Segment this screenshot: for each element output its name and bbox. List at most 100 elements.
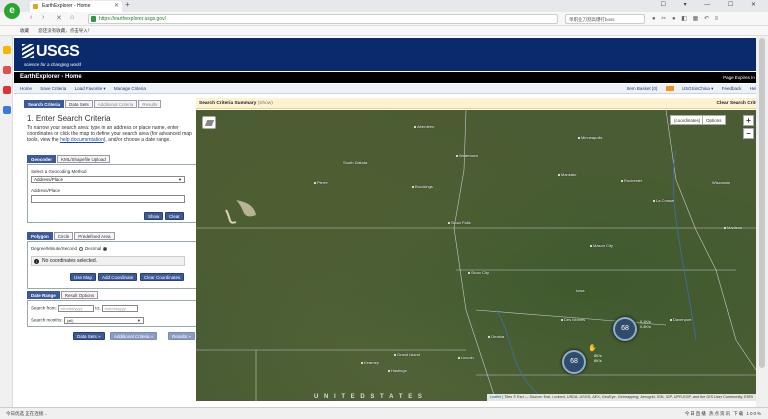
star-icon[interactable]: [3, 46, 11, 54]
tab-search-criteria[interactable]: Search Criteria: [24, 100, 65, 108]
bookmark-favorites[interactable]: 收藏: [20, 28, 29, 33]
menu-usgs-in-china[interactable]: USGSinChina ▾: [682, 86, 714, 91]
browser-logo-icon[interactable]: e: [4, 3, 20, 19]
map-view[interactable]: (coordinates) Options + − Pierre Brookin…: [196, 110, 756, 401]
instructions: To narrow your search area: type in an a…: [27, 125, 192, 143]
browser-search-input[interactable]: 单职业刀割高爆打boss: [565, 14, 645, 24]
info-icon: i: [34, 259, 39, 264]
map-label-hastings: Hastings: [388, 368, 407, 373]
map-label-rochester: Rochester: [621, 178, 642, 183]
tab-result-options[interactable]: Result Options: [60, 291, 99, 299]
search-criteria-summary: Search Criteria Summary (Show) Clear Sea…: [196, 98, 768, 109]
speed-widget-bubble[interactable]: 68: [613, 317, 637, 341]
map-label-brookings: Brookings: [412, 184, 433, 189]
speed-widget-rates-2: 8K/s 8K/s: [594, 354, 602, 363]
usgs-waves-icon: [22, 44, 34, 58]
no-coordinates-message: i No coordinates selected.: [31, 256, 185, 266]
toolbar-icons[interactable]: ● ✂ ● ◧ ▦ ↶ ≡: [652, 15, 720, 22]
show-button[interactable]: Show: [144, 212, 164, 220]
rss-icon[interactable]: [665, 86, 674, 91]
map-label-omaha: Omaha: [488, 334, 504, 339]
menu-load-favorite[interactable]: Load Favorite ▾: [75, 86, 106, 91]
window-controls[interactable]: ☐ ▾ — ☐ ✕: [661, 1, 764, 8]
map-label-grand-island: Grand Island: [394, 352, 420, 357]
search-months-row: Search months: (all) ▼: [31, 317, 144, 324]
bookmarks-bar: 收藏 您还没有收藏，点击导入！: [0, 26, 768, 36]
menu-home[interactable]: Home: [20, 86, 32, 91]
back-icon[interactable]: ‹: [30, 14, 32, 21]
radio-dms[interactable]: [79, 246, 84, 251]
weibo-icon[interactable]: [3, 86, 11, 94]
menu-item-basket[interactable]: Item Basket (0): [627, 86, 658, 91]
shape-tabs: Polygon Circle Predefined Area: [27, 232, 116, 240]
url-input[interactable]: https://earthexplorer.usgs.gov/: [88, 14, 558, 24]
map-label-kearney: Kearney: [361, 360, 379, 365]
news-icon[interactable]: [3, 66, 11, 74]
browser-side-rail: [0, 36, 13, 407]
map-label-la-crosse: La Crosse: [653, 198, 674, 203]
map-label-lincoln: Lincoln: [458, 355, 474, 360]
address-input[interactable]: [31, 195, 185, 203]
layers-icon[interactable]: [202, 116, 216, 129]
map-options-button[interactable]: Options: [702, 115, 726, 125]
new-tab-button[interactable]: +: [125, 0, 130, 9]
speed-widget-bubble-2[interactable]: 68: [562, 350, 586, 374]
zoom-out-button[interactable]: −: [743, 128, 754, 139]
map-label-minneapolis: Minneapolis: [578, 135, 602, 140]
zoom-in-button[interactable]: +: [743, 115, 754, 126]
tab-circle[interactable]: Circle: [53, 232, 74, 240]
radio-decimal[interactable]: [103, 246, 108, 251]
results-button[interactable]: Results »: [168, 332, 195, 340]
bookmark-import[interactable]: 您还没有收藏，点击导入！: [38, 28, 92, 33]
geocoder-tabs: Geocoder KML/Shapefile Upload: [27, 155, 111, 163]
tab-date-range[interactable]: Date Range: [27, 291, 60, 299]
date-range-box: Search from: mm/dd/yyyy to: mm/dd/yyyy S…: [27, 300, 199, 327]
earthexplorer-page: USGS science for a changing world EarthE…: [14, 36, 768, 407]
status-right[interactable]: 今日直播 热点资讯 下载 100%: [685, 408, 762, 419]
additional-criteria-button[interactable]: Additional Criteria »: [110, 332, 158, 340]
map-label-wisconsin: Wisconsin: [712, 180, 731, 185]
search-from-row: Search from: mm/dd/yyyy to: mm/dd/yyyy: [31, 305, 138, 312]
tab-data-sets[interactable]: Data Sets: [65, 100, 93, 108]
tab-polygon[interactable]: Polygon: [27, 232, 53, 240]
search-to-input[interactable]: mm/dd/yyyy: [101, 305, 138, 312]
usgs-banner: USGS science for a changing world: [14, 38, 768, 71]
search-months-select[interactable]: (all) ▼: [63, 317, 144, 324]
use-map-button[interactable]: Use Map: [70, 273, 97, 281]
menu-save-criteria[interactable]: Save Criteria: [40, 86, 66, 91]
main-menu: Home Save Criteria Load Favorite ▾ Manag…: [14, 84, 768, 94]
close-tab-icon[interactable]: ✕: [114, 1, 119, 12]
browser-tab[interactable]: EarthExplorer - Home ✕: [30, 1, 122, 12]
usgs-logo[interactable]: USGS: [22, 43, 80, 61]
clear-button[interactable]: Clear: [165, 212, 184, 220]
add-coordinate-button[interactable]: Add Coordinate: [98, 273, 138, 281]
data-sets-button[interactable]: Data Sets »: [73, 332, 105, 340]
tab-title: EarthExplorer - Home: [42, 3, 91, 9]
stop-icon[interactable]: ✕: [56, 14, 62, 22]
map-label-aberdeen: Aberdeen: [414, 124, 434, 129]
page-title: EarthExplorer - Home: [20, 74, 82, 80]
geocoding-method-select[interactable]: Address/Place ▼: [31, 176, 185, 183]
tab-geocoder[interactable]: Geocoder: [27, 155, 57, 163]
tab-kml-upload[interactable]: KML/Shapefile Upload: [57, 155, 110, 163]
chat-icon[interactable]: [3, 106, 11, 114]
map-label-pierre: Pierre: [314, 180, 328, 185]
tab-results[interactable]: Results: [138, 100, 162, 108]
search-from-input[interactable]: mm/dd/yyyy: [58, 305, 95, 312]
menu-manage-criteria[interactable]: Manage Criteria: [114, 86, 146, 91]
tab-predefined-area[interactable]: Predefined Area: [74, 232, 115, 240]
date-tabs: Date Range Result Options: [27, 291, 99, 299]
forward-icon[interactable]: ›: [42, 14, 44, 21]
browser-statusbar: 今日优选 正在连接... 今日直播 热点资讯 下载 100%: [0, 407, 768, 419]
tab-additional-criteria[interactable]: Additional Criteria: [93, 100, 138, 108]
help-documentation-link[interactable]: help documentation: [60, 137, 104, 143]
leaflet-link[interactable]: Leaflet: [490, 395, 501, 399]
page-scrollbar[interactable]: [756, 36, 768, 407]
home-icon[interactable]: ⌂: [70, 14, 74, 21]
clear-coordinates-button[interactable]: Clear Coordinates: [140, 273, 185, 281]
page-titlebar: EarthExplorer - Home Page Expires In ↻: [14, 72, 768, 83]
map-label-davenport: Davenport: [670, 317, 691, 322]
menu-feedback[interactable]: Feedback: [722, 86, 742, 91]
summary-show-link[interactable]: (Show): [258, 101, 273, 106]
coordinates-display[interactable]: (coordinates): [670, 115, 705, 125]
